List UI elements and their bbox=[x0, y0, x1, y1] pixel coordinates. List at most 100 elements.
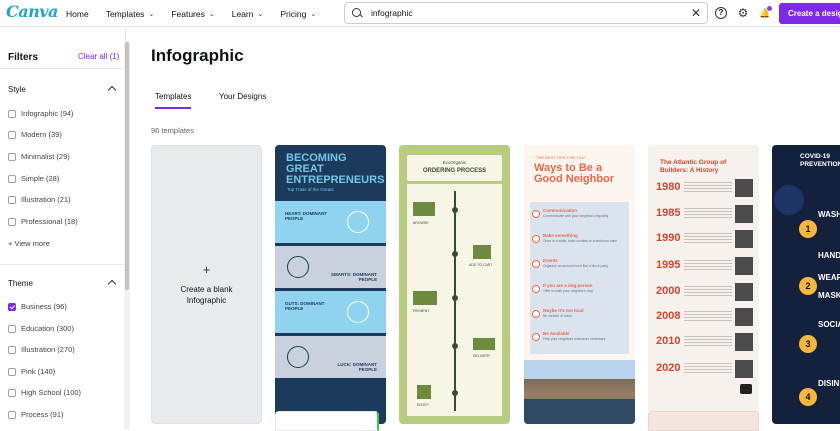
step-number: 3 bbox=[805, 339, 811, 349]
timeline-node bbox=[452, 207, 458, 213]
checkbox[interactable] bbox=[8, 345, 16, 354]
filter-option[interactable]: Simple (28) bbox=[8, 174, 59, 183]
checkbox[interactable] bbox=[8, 152, 16, 161]
filter-label: Business (96) bbox=[21, 302, 67, 311]
template-brand: EcoOrganic bbox=[442, 160, 467, 165]
checkbox-checked[interactable] bbox=[8, 302, 16, 311]
filter-label: Modern (39) bbox=[21, 130, 62, 139]
year-label: 1980 bbox=[656, 181, 681, 193]
nav-home-label: Home bbox=[66, 8, 89, 19]
step-word: SOCIAL bbox=[818, 320, 840, 329]
filter-option[interactable]: Process (91) bbox=[8, 410, 64, 419]
checkbox[interactable] bbox=[8, 410, 16, 419]
plus-icon: + bbox=[202, 261, 211, 277]
chevron-down-icon: ⌄ bbox=[257, 10, 264, 18]
pro-badge-icon bbox=[740, 384, 752, 394]
lightbulb-icon bbox=[287, 256, 309, 278]
step-word: WASH bbox=[818, 210, 840, 219]
year-label: 1995 bbox=[656, 259, 681, 271]
filter-option[interactable]: Modern (39) bbox=[8, 130, 62, 139]
sidebar-scroll-thumb[interactable] bbox=[125, 42, 129, 290]
style-section-heading[interactable]: Style bbox=[8, 85, 26, 94]
search-input[interactable] bbox=[371, 8, 691, 18]
filter-label: Process (91) bbox=[21, 410, 64, 419]
nav-home[interactable]: Home bbox=[66, 9, 89, 19]
nav-features[interactable]: Features ⌄ bbox=[171, 9, 214, 19]
tip-text: Offer to walk your neighbor's dog bbox=[543, 289, 593, 293]
year-label: 1990 bbox=[656, 232, 681, 244]
tip-row: If you are a dog person Offer to walk you… bbox=[543, 283, 625, 293]
help-icon[interactable]: ? bbox=[715, 7, 727, 19]
filter-option[interactable]: Minimalist (29) bbox=[8, 152, 70, 161]
band-label: HEART: DOMINANT PEOPLE bbox=[285, 211, 327, 221]
create-blank-card[interactable]: + Create a blank Infographic bbox=[151, 145, 262, 424]
step-badge: 4 bbox=[799, 388, 817, 406]
filter-option[interactable]: Illustration (21) bbox=[8, 195, 71, 204]
nav-templates[interactable]: Templates ⌄ bbox=[106, 9, 155, 19]
year-label: 2000 bbox=[656, 285, 681, 297]
photo bbox=[735, 360, 753, 378]
heart-hand-icon bbox=[347, 211, 369, 233]
step-number: 1 bbox=[805, 224, 811, 234]
theme-section-heading[interactable]: Theme bbox=[8, 279, 33, 288]
checkbox[interactable] bbox=[8, 195, 16, 204]
template-card-partial[interactable] bbox=[275, 411, 379, 431]
filter-option[interactable]: Pink (140) bbox=[8, 367, 55, 376]
divider bbox=[0, 264, 124, 265]
view-more-link[interactable]: + View more bbox=[8, 239, 50, 248]
template-card-entrepreneurs[interactable]: BECOMING GREAT ENTREPRENEURS Top Traits … bbox=[275, 145, 386, 424]
band-label: SMARTS: DOMINANT PEOPLE bbox=[331, 272, 377, 282]
canva-logo[interactable]: Canva bbox=[6, 2, 58, 21]
step-word: DISINFECT bbox=[818, 379, 840, 388]
clear-all-link[interactable]: Clear all (1) bbox=[78, 52, 119, 61]
template-title: ORDERING PROCESS bbox=[422, 168, 487, 174]
tab-templates[interactable]: Templates bbox=[155, 92, 192, 109]
chevron-up-icon[interactable] bbox=[108, 84, 116, 92]
filter-option[interactable]: Illustration (270) bbox=[8, 345, 75, 354]
chevron-up-icon[interactable] bbox=[108, 278, 116, 286]
template-card-covid-prevention[interactable]: COVID-19 PREVENTION 1 WASH 2 HANDS WEAR … bbox=[772, 145, 840, 424]
gear-icon[interactable]: ⚙ bbox=[737, 7, 749, 19]
checkbox[interactable] bbox=[8, 130, 16, 139]
nav-learn-label: Learn bbox=[231, 8, 254, 19]
page-title: Infographic bbox=[151, 46, 244, 65]
text-block bbox=[684, 233, 732, 245]
create-design-button[interactable]: Create a design bbox=[779, 3, 840, 24]
checkbox[interactable] bbox=[8, 367, 16, 376]
step-badge: 3 bbox=[799, 335, 817, 353]
photo bbox=[735, 179, 753, 197]
nav-pricing[interactable]: Pricing ⌄ bbox=[280, 9, 316, 19]
tip-icon bbox=[532, 310, 540, 318]
filter-option[interactable]: Education (300) bbox=[8, 324, 74, 333]
tip-icon bbox=[532, 285, 540, 293]
tip-icon bbox=[532, 235, 540, 243]
tip-title: Communication bbox=[543, 208, 578, 213]
template-card-partial[interactable] bbox=[648, 411, 759, 431]
clear-search-icon[interactable]: ✕ bbox=[691, 7, 701, 19]
checkbox[interactable] bbox=[8, 217, 16, 226]
template-title: The Atlantic Group of Builders: A Histor… bbox=[660, 159, 727, 174]
filter-option[interactable]: Infographic (94) bbox=[8, 109, 74, 118]
timeline-node bbox=[452, 390, 458, 396]
checkbox[interactable] bbox=[8, 388, 16, 397]
browse-icon bbox=[413, 202, 435, 216]
filter-option[interactable]: Professional (18) bbox=[8, 217, 78, 226]
filter-option[interactable]: Business (96) bbox=[8, 302, 67, 311]
photo bbox=[735, 230, 753, 248]
checkbox[interactable] bbox=[8, 174, 16, 183]
template-card-ordering-process[interactable]: EcoOrganic ORDERING PROCESS BROWSE ADD T… bbox=[399, 145, 510, 424]
filter-option[interactable]: High School (100) bbox=[8, 388, 81, 397]
year-label: 1985 bbox=[656, 207, 681, 219]
template-card-atlantic-history[interactable]: The Atlantic Group of Builders: A Histor… bbox=[648, 145, 759, 424]
text-block bbox=[684, 286, 732, 298]
nav-learn[interactable]: Learn ⌄ bbox=[232, 9, 264, 19]
tab-your-designs[interactable]: Your Designs bbox=[219, 92, 266, 101]
template-title: COVID-19 PREVENTION bbox=[800, 153, 840, 168]
checkbox[interactable] bbox=[8, 324, 16, 333]
tip-row: Be Available Help your neighbors whenever… bbox=[543, 331, 625, 341]
photo bbox=[735, 257, 753, 275]
checkbox[interactable] bbox=[8, 109, 16, 118]
notification-dot bbox=[767, 6, 772, 11]
template-card-good-neighbor[interactable]: THE BEST TIPS FOR YOU Ways to Be a Good … bbox=[524, 145, 635, 424]
notifications-icon[interactable]: 🔔 bbox=[759, 6, 772, 19]
